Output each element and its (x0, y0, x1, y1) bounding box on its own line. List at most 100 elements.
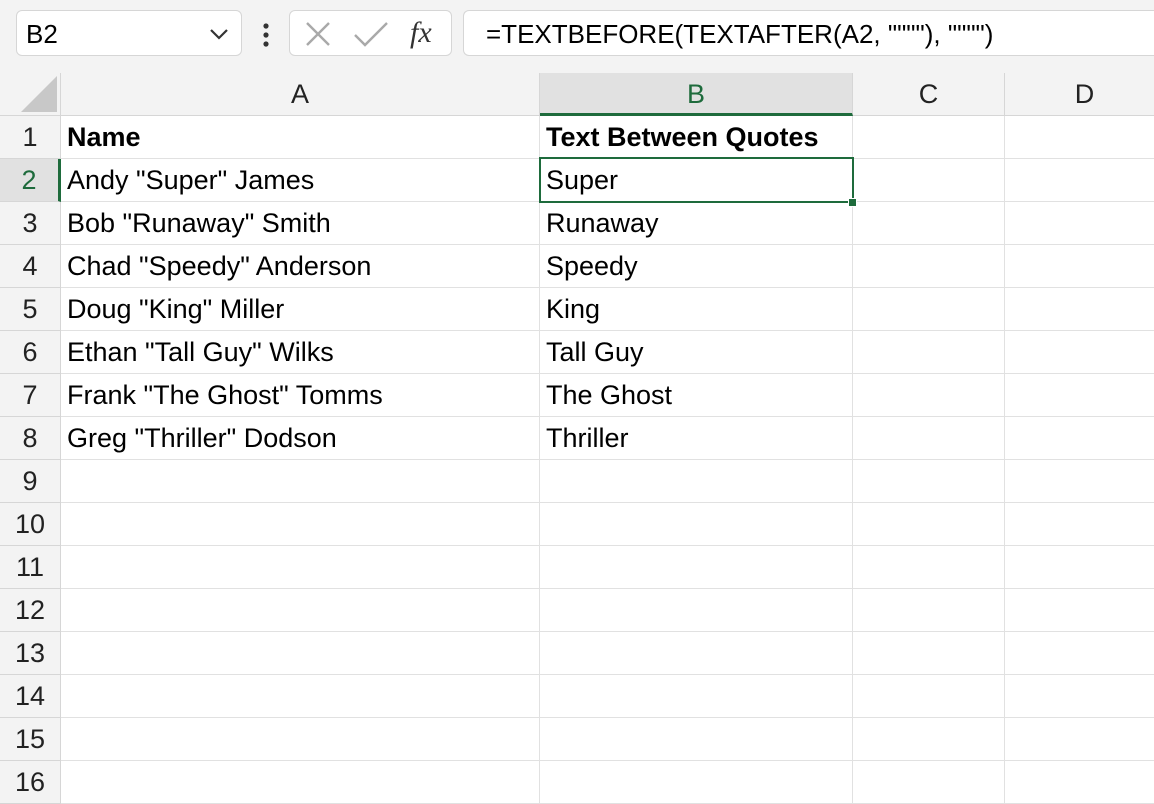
cell-d7[interactable] (1005, 374, 1154, 417)
cell-b9[interactable] (540, 460, 853, 503)
cell-c11[interactable] (853, 546, 1005, 589)
cell-b11[interactable] (540, 546, 853, 589)
cell-d15[interactable] (1005, 718, 1154, 761)
cell-a3[interactable]: Bob "Runaway" Smith (61, 202, 540, 245)
cell-b1[interactable]: Text Between Quotes (540, 116, 853, 159)
formula-text: =TEXTBEFORE(TEXTAFTER(A2, """"), """") (486, 19, 994, 49)
row-header-1[interactable]: 1 (0, 116, 61, 159)
row-header-11[interactable]: 11 (0, 546, 61, 589)
cell-b14[interactable] (540, 675, 853, 718)
cell-d10[interactable] (1005, 503, 1154, 546)
cell-d13[interactable] (1005, 632, 1154, 675)
cell-c1[interactable] (853, 116, 1005, 159)
cell-a11[interactable] (61, 546, 540, 589)
fx-icon[interactable]: fx (408, 16, 444, 50)
close-icon[interactable] (304, 20, 332, 48)
formula-bar: B2 fx =TEXTBEFORE(TEXTAFTER(A2, """"), "… (0, 0, 1154, 73)
row-header-2[interactable]: 2 (0, 159, 61, 202)
cell-a2[interactable]: Andy "Super" James (61, 159, 540, 202)
cell-d6[interactable] (1005, 331, 1154, 374)
row-header-8[interactable]: 8 (0, 417, 61, 460)
row-header-13[interactable]: 13 (0, 632, 61, 675)
cell-c14[interactable] (853, 675, 1005, 718)
cell-d4[interactable] (1005, 245, 1154, 288)
cell-a6[interactable]: Ethan "Tall Guy" Wilks (61, 331, 540, 374)
column-header-d[interactable]: D (1005, 73, 1154, 116)
name-box-value: B2 (26, 19, 58, 49)
cell-b15[interactable] (540, 718, 853, 761)
cell-a16[interactable] (61, 761, 540, 804)
cell-c12[interactable] (853, 589, 1005, 632)
vertical-dots-icon[interactable] (259, 22, 273, 48)
cell-a8[interactable]: Greg "Thriller" Dodson (61, 417, 540, 460)
column-header-a[interactable]: A (61, 73, 540, 116)
checkmark-icon[interactable] (352, 20, 390, 48)
formula-input[interactable]: =TEXTBEFORE(TEXTAFTER(A2, """"), """") (463, 10, 1154, 56)
cell-c10[interactable] (853, 503, 1005, 546)
row-header-6[interactable]: 6 (0, 331, 61, 374)
cell-a14[interactable] (61, 675, 540, 718)
cell-d3[interactable] (1005, 202, 1154, 245)
cell-b7[interactable]: The Ghost (540, 374, 853, 417)
cell-b2[interactable]: Super (540, 159, 853, 202)
cell-a15[interactable] (61, 718, 540, 761)
cell-c16[interactable] (853, 761, 1005, 804)
cell-c3[interactable] (853, 202, 1005, 245)
cell-b3[interactable]: Runaway (540, 202, 853, 245)
cell-d12[interactable] (1005, 589, 1154, 632)
select-all-triangle-icon (21, 76, 57, 112)
fill-handle[interactable] (848, 198, 857, 207)
cell-c6[interactable] (853, 331, 1005, 374)
cell-a9[interactable] (61, 460, 540, 503)
cell-a4[interactable]: Chad "Speedy" Anderson (61, 245, 540, 288)
cell-d11[interactable] (1005, 546, 1154, 589)
cell-d5[interactable] (1005, 288, 1154, 331)
cell-c4[interactable] (853, 245, 1005, 288)
cell-d8[interactable] (1005, 417, 1154, 460)
name-box[interactable]: B2 (16, 10, 242, 56)
cell-c2[interactable] (853, 159, 1005, 202)
cell-d16[interactable] (1005, 761, 1154, 804)
cell-a10[interactable] (61, 503, 540, 546)
cell-c5[interactable] (853, 288, 1005, 331)
cell-c13[interactable] (853, 632, 1005, 675)
row-header-3[interactable]: 3 (0, 202, 61, 245)
row-header-5[interactable]: 5 (0, 288, 61, 331)
row-header-16[interactable]: 16 (0, 761, 61, 804)
row-header-14[interactable]: 14 (0, 675, 61, 718)
cell-c8[interactable] (853, 417, 1005, 460)
svg-text:fx: fx (410, 16, 432, 49)
cell-c7[interactable] (853, 374, 1005, 417)
column-header-c[interactable]: C (853, 73, 1005, 116)
cell-a5[interactable]: Doug "King" Miller (61, 288, 540, 331)
cell-a1[interactable]: Name (61, 116, 540, 159)
cell-b12[interactable] (540, 589, 853, 632)
formula-buttons: fx (289, 10, 452, 56)
chevron-down-icon[interactable] (209, 28, 229, 40)
row-header-12[interactable]: 12 (0, 589, 61, 632)
column-header-b[interactable]: B (540, 73, 853, 116)
cell-b6[interactable]: Tall Guy (540, 331, 853, 374)
cell-b10[interactable] (540, 503, 853, 546)
cell-b16[interactable] (540, 761, 853, 804)
row-header-15[interactable]: 15 (0, 718, 61, 761)
cell-a7[interactable]: Frank "The Ghost" Tomms (61, 374, 540, 417)
cell-d1[interactable] (1005, 116, 1154, 159)
cell-a12[interactable] (61, 589, 540, 632)
cell-d14[interactable] (1005, 675, 1154, 718)
cell-b8[interactable]: Thriller (540, 417, 853, 460)
row-header-4[interactable]: 4 (0, 245, 61, 288)
cell-c15[interactable] (853, 718, 1005, 761)
cell-d2[interactable] (1005, 159, 1154, 202)
cell-a13[interactable] (61, 632, 540, 675)
select-all-button[interactable] (0, 73, 61, 116)
cell-c9[interactable] (853, 460, 1005, 503)
spreadsheet-grid: A B C D 1 Name Text Between Quotes 2 Andy "Super… (0, 73, 1154, 804)
row-header-9[interactable]: 9 (0, 460, 61, 503)
row-header-10[interactable]: 10 (0, 503, 61, 546)
cell-d9[interactable] (1005, 460, 1154, 503)
row-header-7[interactable]: 7 (0, 374, 61, 417)
cell-b4[interactable]: Speedy (540, 245, 853, 288)
cell-b13[interactable] (540, 632, 853, 675)
cell-b5[interactable]: King (540, 288, 853, 331)
